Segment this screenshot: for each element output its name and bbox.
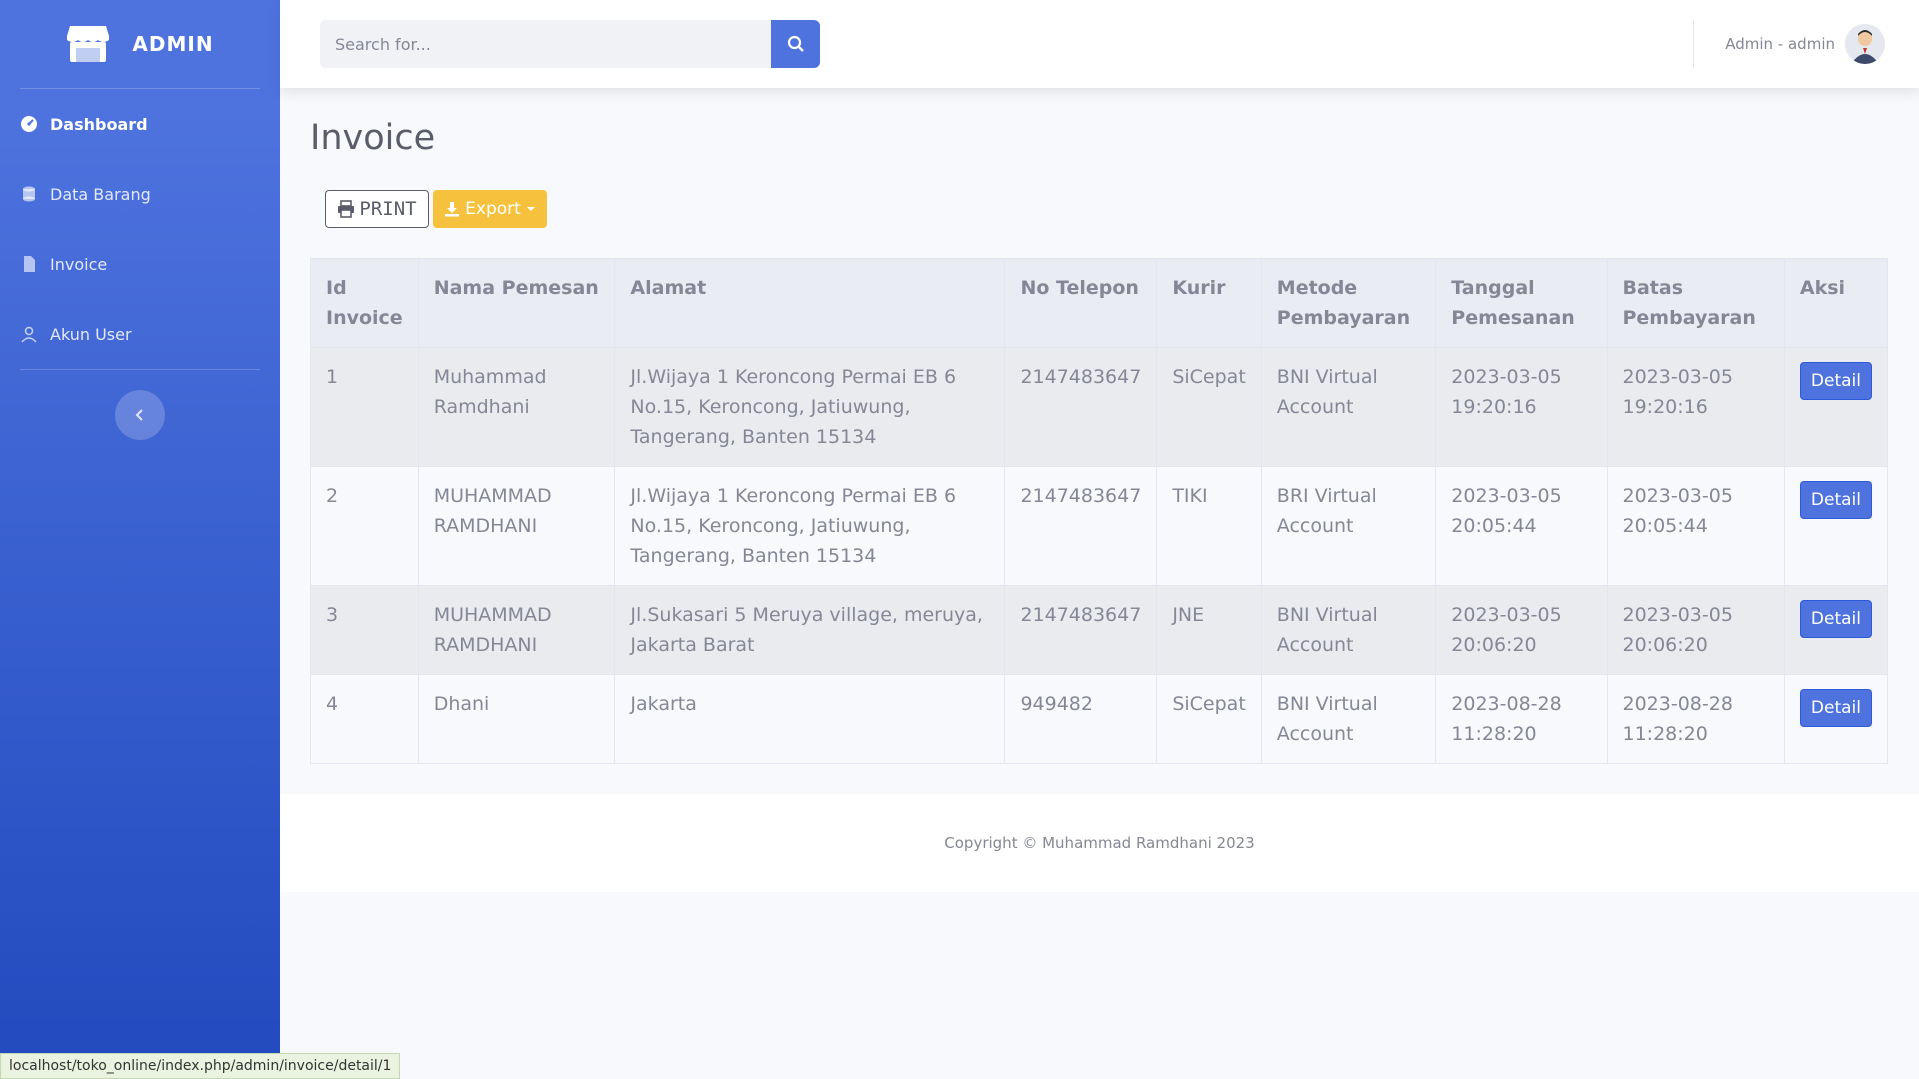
- cell-metode: BNI Virtual Account: [1260, 347, 1437, 467]
- detail-button[interactable]: Detail: [1799, 362, 1872, 400]
- cell-tanggal: 2023-03-05 20:05:44: [1435, 466, 1608, 586]
- cell-id: 1: [310, 347, 419, 467]
- sidebar-divider: [20, 369, 260, 370]
- detail-button[interactable]: Detail: [1799, 481, 1872, 519]
- table-row: 3 MUHAMMAD RAMDHANI Jl.Sukasari 5 Meruya…: [310, 585, 1889, 675]
- cell-alamat: Jl.Wijaya 1 Keroncong Permai EB 6 No.15,…: [614, 466, 1006, 586]
- sidebar-item-label: Akun User: [50, 324, 132, 344]
- search-input[interactable]: [320, 20, 771, 68]
- cell-tanggal: 2023-03-05 20:06:20: [1435, 585, 1608, 675]
- detail-button[interactable]: Detail: [1799, 689, 1872, 727]
- sidebar-item-label: Dashboard: [50, 114, 148, 134]
- cell-nama: Dhani: [417, 674, 616, 764]
- cell-kurir: TIKI: [1156, 466, 1262, 586]
- cell-telepon: 2147483647: [1004, 585, 1158, 675]
- column-header: Nama Pemesan: [417, 258, 616, 348]
- cell-batas: 2023-03-05 19:20:16: [1606, 347, 1785, 467]
- invoice-table-wrapper: Id Invoice Nama Pemesan Alamat No Telepo…: [310, 258, 1889, 764]
- chevron-left-icon: [135, 409, 143, 421]
- database-icon: [23, 186, 35, 202]
- cell-batas: 2023-03-05 20:06:20: [1606, 585, 1785, 675]
- topbar: Admin - admin: [280, 0, 1919, 88]
- column-header: Kurir: [1156, 258, 1262, 348]
- user-name: Admin - admin: [1725, 35, 1835, 53]
- search-form: [320, 20, 820, 68]
- cell-aksi: Detail: [1783, 466, 1889, 586]
- invoice-table: Id Invoice Nama Pemesan Alamat No Telepo…: [310, 258, 1889, 764]
- cell-metode: BNI Virtual Account: [1260, 674, 1437, 764]
- column-header: Id Invoice: [310, 258, 419, 348]
- status-bar-url: localhost/toko_online/index.php/admin/in…: [0, 1053, 401, 1079]
- cell-batas: 2023-03-05 20:05:44: [1606, 466, 1785, 586]
- cell-batas: 2023-08-28 11:28:20: [1606, 674, 1785, 764]
- brand-text: ADMIN: [132, 32, 214, 56]
- user-avatar-icon: [1845, 24, 1885, 64]
- cell-telepon: 2147483647: [1004, 347, 1158, 467]
- cell-nama: MUHAMMAD RAMDHANI: [417, 585, 616, 675]
- user-icon: [21, 326, 37, 343]
- page-title: Invoice: [310, 118, 436, 158]
- cell-id: 2: [310, 466, 419, 586]
- sidebar: ADMIN Dashboard Data Barang Invoice Akun…: [0, 0, 280, 1079]
- search-button[interactable]: [771, 20, 820, 68]
- column-header: No Telepon: [1004, 258, 1158, 348]
- column-header: Aksi: [1783, 258, 1889, 348]
- footer: Copyright © Muhammad Ramdhani 2023: [280, 794, 1919, 892]
- export-dropdown-button[interactable]: Export: [433, 190, 547, 228]
- cell-kurir: JNE: [1156, 585, 1262, 675]
- print-label: PRINT: [359, 198, 417, 220]
- table-row: 2 MUHAMMAD RAMDHANI Jl.Wijaya 1 Keroncon…: [310, 466, 1889, 586]
- main-content: Invoice PRINT Export Id Invoice Nama Pem…: [280, 88, 1919, 1079]
- cell-alamat: Jakarta: [614, 674, 1006, 764]
- cell-id: 3: [310, 585, 419, 675]
- sidebar-item-data-barang[interactable]: Data Barang: [0, 159, 280, 229]
- cell-metode: BRI Virtual Account: [1260, 466, 1437, 586]
- sidebar-item-invoice[interactable]: Invoice: [0, 229, 280, 299]
- cell-aksi: Detail: [1783, 674, 1889, 764]
- file-icon: [24, 256, 35, 272]
- export-label: Export: [465, 199, 521, 219]
- copyright-text: Copyright © Muhammad Ramdhani 2023: [944, 834, 1255, 852]
- column-header: Tanggal Pemesanan: [1435, 258, 1608, 348]
- cell-aksi: Detail: [1783, 347, 1889, 467]
- cell-tanggal: 2023-08-28 11:28:20: [1435, 674, 1608, 764]
- cell-aksi: Detail: [1783, 585, 1889, 675]
- user-dropdown[interactable]: Admin - admin: [1725, 24, 1885, 64]
- cell-alamat: Jl.Sukasari 5 Meruya village, meruya, Ja…: [614, 585, 1006, 675]
- table-row: 1 Muhammad Ramdhani Jl.Wijaya 1 Keroncon…: [310, 347, 1889, 467]
- column-header: Alamat: [614, 258, 1006, 348]
- sidebar-item-label: Data Barang: [50, 184, 151, 204]
- cell-id: 4: [310, 674, 419, 764]
- column-header: Batas Pembayaran: [1606, 258, 1785, 348]
- cell-alamat: Jl.Wijaya 1 Keroncong Permai EB 6 No.15,…: [614, 347, 1006, 467]
- cell-nama: MUHAMMAD RAMDHANI: [417, 466, 616, 586]
- detail-button[interactable]: Detail: [1799, 600, 1872, 638]
- cell-tanggal: 2023-03-05 19:20:16: [1435, 347, 1608, 467]
- sidebar-toggle-button[interactable]: [115, 390, 165, 440]
- caret-down-icon: [526, 207, 535, 211]
- cell-metode: BNI Virtual Account: [1260, 585, 1437, 675]
- download-icon: [445, 202, 460, 217]
- sidebar-brand[interactable]: ADMIN: [0, 0, 280, 88]
- topbar-divider: [1693, 20, 1694, 68]
- sidebar-item-dashboard[interactable]: Dashboard: [0, 89, 280, 159]
- column-header: Metode Pembayaran: [1260, 258, 1437, 348]
- avatar: [1845, 24, 1885, 64]
- print-button[interactable]: PRINT: [325, 190, 429, 228]
- print-icon: [338, 200, 355, 218]
- cell-nama: Muhammad Ramdhani: [417, 347, 616, 467]
- cell-telepon: 949482: [1004, 674, 1158, 764]
- table-row: 4 Dhani Jakarta 949482 SiCepat BNI Virtu…: [310, 674, 1889, 764]
- cell-kurir: SiCepat: [1156, 347, 1262, 467]
- table-header-row: Id Invoice Nama Pemesan Alamat No Telepo…: [310, 258, 1889, 348]
- store-icon: [67, 26, 110, 62]
- cell-kurir: SiCepat: [1156, 674, 1262, 764]
- sidebar-item-akun-user[interactable]: Akun User: [0, 299, 280, 369]
- cell-telepon: 2147483647: [1004, 466, 1158, 586]
- sidebar-item-label: Invoice: [50, 254, 108, 274]
- search-icon: [787, 35, 804, 52]
- tachometer-icon: [21, 116, 37, 132]
